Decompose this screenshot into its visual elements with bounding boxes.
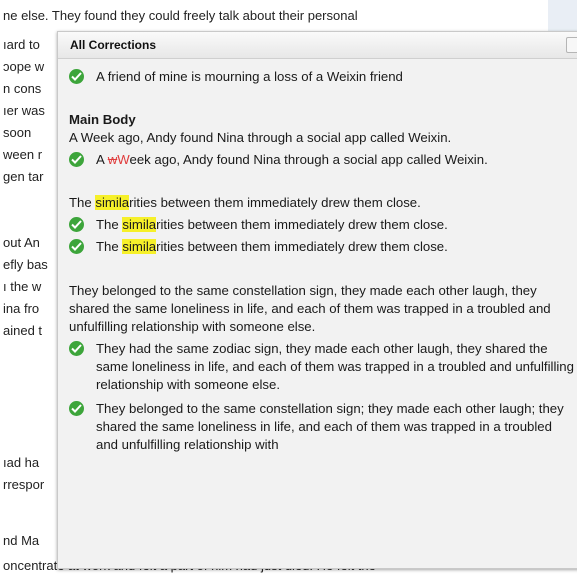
check-circle-icon bbox=[69, 69, 84, 84]
all-corrections-panel: All Corrections A friend of mine is mour… bbox=[57, 31, 577, 569]
doc-line: soon bbox=[3, 125, 32, 140]
correction-item[interactable]: They belonged to the same constellation … bbox=[69, 400, 574, 454]
original-sentence: A Week ago, Andy found Nina through a so… bbox=[69, 130, 452, 145]
highlight: simila bbox=[122, 217, 157, 232]
panel-header: All Corrections bbox=[58, 32, 577, 59]
check-circle-icon bbox=[69, 217, 84, 232]
doc-line: ıad ha bbox=[3, 455, 40, 470]
doc-line: ɔope w bbox=[3, 59, 45, 74]
highlight: simila bbox=[122, 239, 157, 254]
correction-item[interactable]: They had the same zodiac sign, they made… bbox=[69, 340, 574, 394]
check-circle-icon bbox=[69, 239, 84, 254]
section-heading: Main Body bbox=[69, 112, 136, 127]
correction-text: A friend of mine is mourning a loss of a… bbox=[96, 69, 403, 84]
highlight: simila bbox=[95, 195, 130, 210]
correction-text: The similarities between them immediatel… bbox=[96, 217, 448, 232]
check-circle-icon bbox=[69, 401, 84, 416]
doc-line: ıard to bbox=[3, 37, 40, 52]
panel-title: All Corrections bbox=[70, 38, 157, 52]
correction-item[interactable]: A friend of mine is mourning a loss of a… bbox=[69, 68, 574, 86]
doc-line: n cons bbox=[3, 81, 42, 96]
corrections-list: A friend of mine is mourning a loss of a… bbox=[69, 68, 574, 454]
doc-line: out An bbox=[3, 235, 40, 250]
doc-line: ıer was bbox=[3, 103, 45, 118]
inserted-text: W bbox=[117, 152, 130, 167]
doc-line: ween r bbox=[3, 147, 43, 162]
doc-line: nd Ma bbox=[3, 533, 40, 548]
doc-line: ained t bbox=[3, 323, 43, 338]
doc-line: gen tar bbox=[3, 169, 44, 184]
doc-line: ne else. They found they could freely ta… bbox=[3, 8, 358, 23]
doc-line: ina fro bbox=[3, 301, 40, 316]
original-sentence: The similarities between them immediatel… bbox=[69, 195, 421, 210]
correction-text: They belonged to the same constellation … bbox=[96, 401, 564, 452]
check-circle-icon bbox=[69, 341, 84, 356]
correction-text: They had the same zodiac sign, they made… bbox=[96, 341, 574, 392]
correction-item[interactable]: The similarities between them immediatel… bbox=[69, 216, 574, 234]
original-paragraph: They belonged to the same constellation … bbox=[69, 283, 551, 334]
doc-line: ı the w bbox=[3, 279, 42, 294]
check-circle-icon bbox=[69, 152, 84, 167]
correction-item[interactable]: The similarities between them immediatel… bbox=[69, 238, 574, 256]
close-icon[interactable] bbox=[566, 37, 577, 53]
doc-line: efly bas bbox=[3, 257, 48, 272]
correction-item[interactable]: A wWeek ago, Andy found Nina through a s… bbox=[69, 151, 574, 169]
doc-line: rrespor bbox=[3, 477, 45, 492]
deleted-text: w bbox=[107, 152, 118, 167]
correction-text: A wWeek ago, Andy found Nina through a s… bbox=[96, 152, 488, 167]
correction-text: The similarities between them immediatel… bbox=[96, 239, 448, 254]
